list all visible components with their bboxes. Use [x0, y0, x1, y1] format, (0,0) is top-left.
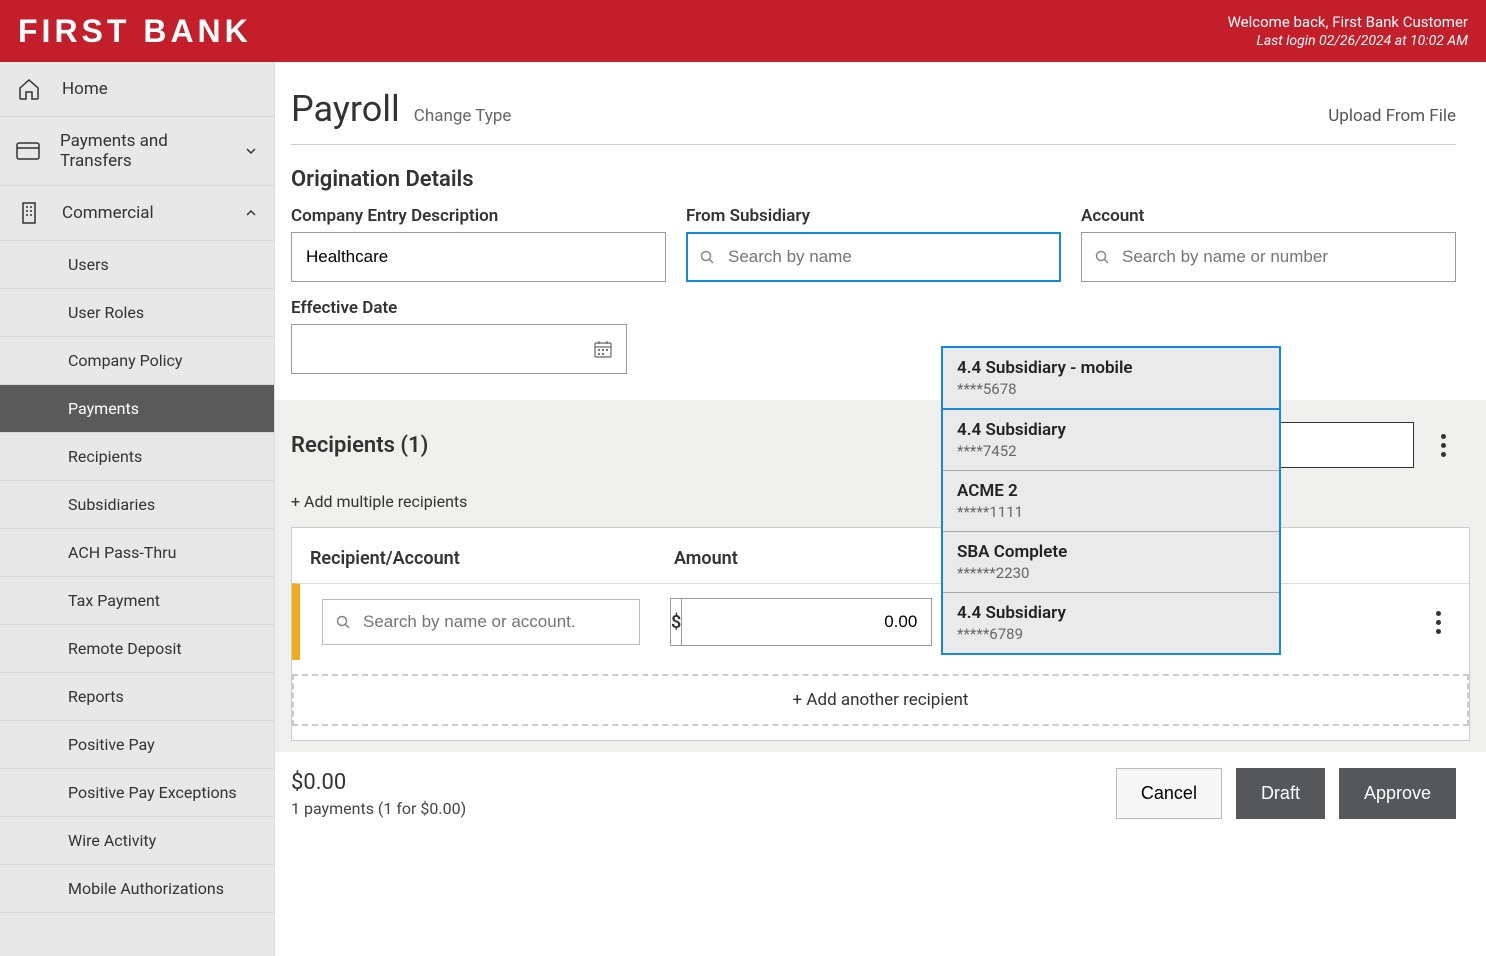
column-header-account: Recipient/Account [310, 548, 674, 569]
sidebar-item-payments[interactable]: Payments [0, 385, 274, 433]
sidebar-item-payments-transfers[interactable]: Payments and Transfers [0, 117, 274, 186]
account-input[interactable] [1081, 232, 1456, 282]
dropdown-option-sub: *****6789 [957, 625, 1265, 643]
from-subsidiary-input[interactable] [686, 232, 1061, 282]
home-icon [16, 76, 42, 102]
sidebar-item-company-policy[interactable]: Company Policy [0, 337, 274, 385]
app-header: FIRST BANK Welcome back, First Bank Cust… [0, 0, 1486, 62]
dropdown-option[interactable]: ACME 2 *****1111 [943, 471, 1279, 532]
currency-prefix: $ [670, 598, 681, 646]
page-header: Payroll Change Type Upload From File [291, 88, 1456, 145]
recipients-title: Recipients (1) [291, 433, 428, 458]
company-entry-input[interactable] [291, 232, 666, 282]
sidebar-label: Payments and Transfers [60, 131, 224, 171]
effective-date-label: Effective Date [291, 298, 627, 318]
dropdown-option-name: 4.4 Subsidiary [957, 420, 1265, 440]
recipient-table: Recipient/Account Amount $ [291, 527, 1470, 741]
recipients-section: Recipients (1) + Add multiple recipients… [275, 400, 1486, 751]
upload-from-file-link[interactable]: Upload From File [1328, 106, 1456, 126]
cancel-button[interactable]: Cancel [1116, 768, 1222, 819]
chevron-down-icon [244, 144, 258, 158]
account-label: Account [1081, 206, 1456, 226]
sidebar-item-tax-payment[interactable]: Tax Payment [0, 577, 274, 625]
recipient-row-more-button[interactable] [1425, 611, 1451, 634]
amount-input[interactable] [681, 598, 932, 646]
approve-button[interactable]: Approve [1339, 768, 1456, 819]
footer-summary: 1 payments (1 for $0.00) [291, 799, 1116, 818]
sidebar-label: Commercial [62, 203, 154, 223]
dropdown-option-sub: ******2230 [957, 564, 1265, 582]
origination-details-title: Origination Details [291, 167, 1456, 192]
page-title: Payroll [291, 88, 400, 130]
sidebar-item-users[interactable]: Users [0, 241, 274, 289]
subsidiary-dropdown: 4.4 Subsidiary - mobile ****5678 4.4 Sub… [941, 346, 1281, 655]
dropdown-option[interactable]: 4.4 Subsidiary ****7452 [943, 410, 1279, 471]
chevron-up-icon [244, 206, 258, 220]
recipient-row: $ [292, 583, 1469, 660]
last-login-text: Last login 02/26/2024 at 10:02 AM [1228, 33, 1468, 49]
add-multiple-recipients-link[interactable]: + Add multiple recipients [291, 492, 1456, 511]
dropdown-option-name: 4.4 Subsidiary [957, 603, 1265, 623]
from-subsidiary-label: From Subsidiary [686, 206, 1061, 226]
footer-total: $0.00 [291, 770, 1116, 795]
sidebar: Home Payments and Transfers Commercial U… [0, 62, 275, 956]
main-content: Payroll Change Type Upload From File Ori… [275, 62, 1486, 956]
recipients-more-button[interactable] [1430, 434, 1456, 457]
sidebar-item-remote-deposit[interactable]: Remote Deposit [0, 625, 274, 673]
sidebar-item-ach-pass-thru[interactable]: ACH Pass-Thru [0, 529, 274, 577]
sidebar-item-positive-pay[interactable]: Positive Pay [0, 721, 274, 769]
sidebar-label: Home [62, 79, 108, 99]
draft-button[interactable]: Draft [1236, 768, 1325, 819]
dropdown-option[interactable]: 4.4 Subsidiary *****6789 [943, 593, 1279, 653]
dropdown-option-name: ACME 2 [957, 481, 1265, 501]
card-icon [16, 138, 40, 164]
add-another-recipient-button[interactable]: + Add another recipient [292, 674, 1469, 726]
recipient-search-input[interactable] [322, 599, 640, 645]
welcome-text: Welcome back, First Bank Customer [1228, 13, 1468, 31]
dropdown-option-sub: *****1111 [957, 503, 1265, 521]
sidebar-item-subsidiaries[interactable]: Subsidiaries [0, 481, 274, 529]
sidebar-item-positive-pay-exceptions[interactable]: Positive Pay Exceptions [0, 769, 274, 817]
amount-group: $ [670, 598, 900, 646]
dropdown-option-sub: ****5678 [957, 380, 1265, 398]
dropdown-option-sub: ****7452 [957, 442, 1265, 460]
sidebar-item-mobile-authorizations[interactable]: Mobile Authorizations [0, 865, 274, 913]
sidebar-item-recipients[interactable]: Recipients [0, 433, 274, 481]
sidebar-item-commercial[interactable]: Commercial [0, 186, 274, 241]
dropdown-option[interactable]: SBA Complete ******2230 [943, 532, 1279, 593]
page-footer: $0.00 1 payments (1 for $0.00) Cancel Dr… [275, 751, 1486, 835]
dropdown-option-name: 4.4 Subsidiary - mobile [957, 358, 1265, 378]
header-user-info: Welcome back, First Bank Customer Last l… [1228, 13, 1468, 49]
dropdown-option[interactable]: 4.4 Subsidiary - mobile ****5678 [943, 348, 1279, 410]
sidebar-item-user-roles[interactable]: User Roles [0, 289, 274, 337]
dropdown-option-name: SBA Complete [957, 542, 1265, 562]
sidebar-item-home[interactable]: Home [0, 62, 274, 117]
building-icon [16, 200, 42, 226]
effective-date-input[interactable] [291, 324, 627, 374]
company-entry-label: Company Entry Description [291, 206, 666, 226]
sidebar-item-wire-activity[interactable]: Wire Activity [0, 817, 274, 865]
bank-logo: FIRST BANK [18, 13, 252, 50]
change-type-link[interactable]: Change Type [414, 106, 512, 126]
sidebar-item-reports[interactable]: Reports [0, 673, 274, 721]
